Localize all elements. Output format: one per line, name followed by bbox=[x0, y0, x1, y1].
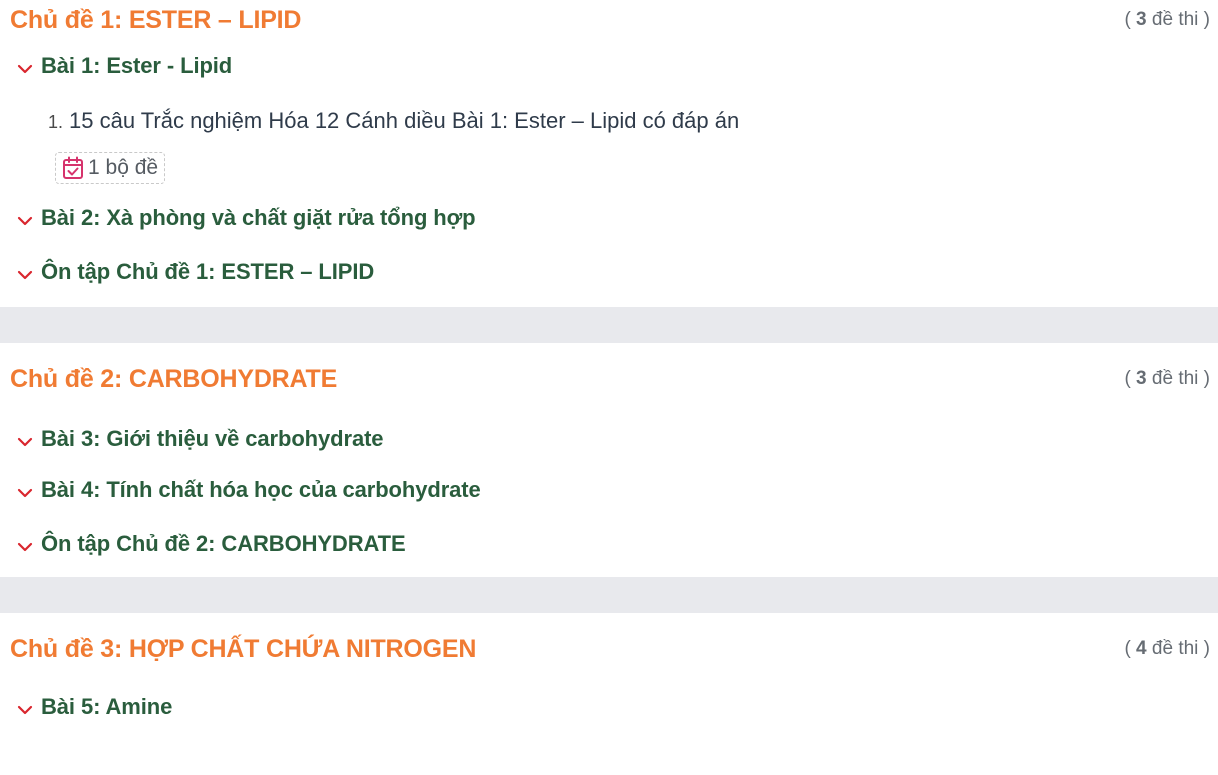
lesson-toggle[interactable]: Bài 2: Xà phòng và chất giặt rửa tổng hợ… bbox=[10, 191, 1210, 245]
exam-link[interactable]: 15 câu Trắc nghiệm Hóa 12 Cánh diều Bài … bbox=[69, 108, 739, 134]
chevron-down-icon bbox=[17, 705, 33, 715]
page: Chủ đề 1: ESTER – LIPID ( 3 đề thi ) Bài… bbox=[0, 0, 1218, 775]
count-open: ( bbox=[1124, 368, 1131, 389]
count-number: 4 bbox=[1136, 638, 1147, 659]
lesson-title: Bài 5: Amine bbox=[41, 694, 173, 719]
count-label: đề thi ) bbox=[1151, 368, 1210, 389]
count-label: đề thi ) bbox=[1151, 638, 1210, 659]
lesson-toggle[interactable]: Ôn tập Chủ đề 1: ESTER – LIPID bbox=[10, 245, 1210, 299]
lesson-title: Bài 2: Xà phòng và chất giặt rửa tổng hợ… bbox=[41, 205, 476, 230]
topic-header: Chủ đề 2: CARBOHYDRATE ( 3 đề thi ) bbox=[10, 343, 1210, 415]
count-open: ( bbox=[1124, 9, 1131, 30]
count-number: 3 bbox=[1136, 9, 1147, 30]
lesson-toggle[interactable]: Ôn tập Chủ đề 2: CARBOHYDRATE bbox=[10, 517, 1210, 571]
lesson-title: Ôn tập Chủ đề 2: CARBOHYDRATE bbox=[41, 531, 406, 556]
count-label: đề thi ) bbox=[1151, 9, 1210, 30]
topic-exam-count: ( 4 đề thi ) bbox=[1124, 638, 1210, 660]
section-divider bbox=[0, 577, 1218, 613]
topic-exam-count: ( 3 đề thi ) bbox=[1124, 368, 1210, 390]
lesson-title: Bài 1: Ester - Lipid bbox=[41, 53, 233, 78]
chevron-down-icon bbox=[17, 270, 33, 280]
calendar-check-icon bbox=[63, 156, 83, 179]
badge-label: 1 bộ đề bbox=[88, 156, 159, 179]
section-divider bbox=[0, 307, 1218, 343]
topic-header: Chủ đề 3: HỢP CHẤT CHỨA NITROGEN ( 4 đề … bbox=[10, 613, 1210, 685]
topic-exam-count: ( 3 đề thi ) bbox=[1124, 9, 1210, 31]
lesson-toggle[interactable]: Bài 1: Ester - Lipid bbox=[10, 40, 1210, 92]
lesson-title: Bài 3: Giới thiệu về carbohydrate bbox=[41, 426, 384, 451]
topic-2: Chủ đề 2: CARBOHYDRATE ( 3 đề thi ) Bài … bbox=[0, 343, 1218, 571]
chevron-down-icon bbox=[17, 542, 33, 552]
exam-item: 1. 15 câu Trắc nghiệm Hóa 12 Cánh diều B… bbox=[48, 108, 1210, 134]
topic-3: Chủ đề 3: HỢP CHẤT CHỨA NITROGEN ( 4 đề … bbox=[0, 613, 1218, 729]
count-number: 3 bbox=[1136, 368, 1147, 389]
chevron-down-icon bbox=[17, 64, 33, 74]
exam-index: 1. bbox=[48, 112, 64, 132]
topic-title[interactable]: Chủ đề 3: HỢP CHẤT CHỨA NITROGEN bbox=[10, 635, 476, 664]
lesson-toggle[interactable]: Bài 5: Amine bbox=[10, 685, 1210, 729]
topic-header: Chủ đề 1: ESTER – LIPID ( 3 đề thi ) bbox=[10, 0, 1210, 40]
chevron-down-icon bbox=[17, 488, 33, 498]
count-open: ( bbox=[1124, 638, 1131, 659]
exam-list: 1. 15 câu Trắc nghiệm Hóa 12 Cánh diều B… bbox=[10, 92, 1210, 191]
topic-title[interactable]: Chủ đề 1: ESTER – LIPID bbox=[10, 6, 301, 35]
lesson-toggle[interactable]: Bài 4: Tính chất hóa học của carbohydrat… bbox=[10, 463, 1210, 517]
lesson-toggle[interactable]: Bài 3: Giới thiệu về carbohydrate bbox=[10, 415, 1210, 463]
topic-1: Chủ đề 1: ESTER – LIPID ( 3 đề thi ) Bài… bbox=[0, 0, 1218, 299]
lesson-title: Ôn tập Chủ đề 1: ESTER – LIPID bbox=[41, 259, 375, 284]
lesson-title: Bài 4: Tính chất hóa học của carbohydrat… bbox=[41, 477, 481, 502]
chevron-down-icon bbox=[17, 216, 33, 226]
topic-title[interactable]: Chủ đề 2: CARBOHYDRATE bbox=[10, 365, 337, 394]
chevron-down-icon bbox=[17, 437, 33, 447]
exam-set-badge: 1 bộ đề bbox=[55, 152, 166, 184]
